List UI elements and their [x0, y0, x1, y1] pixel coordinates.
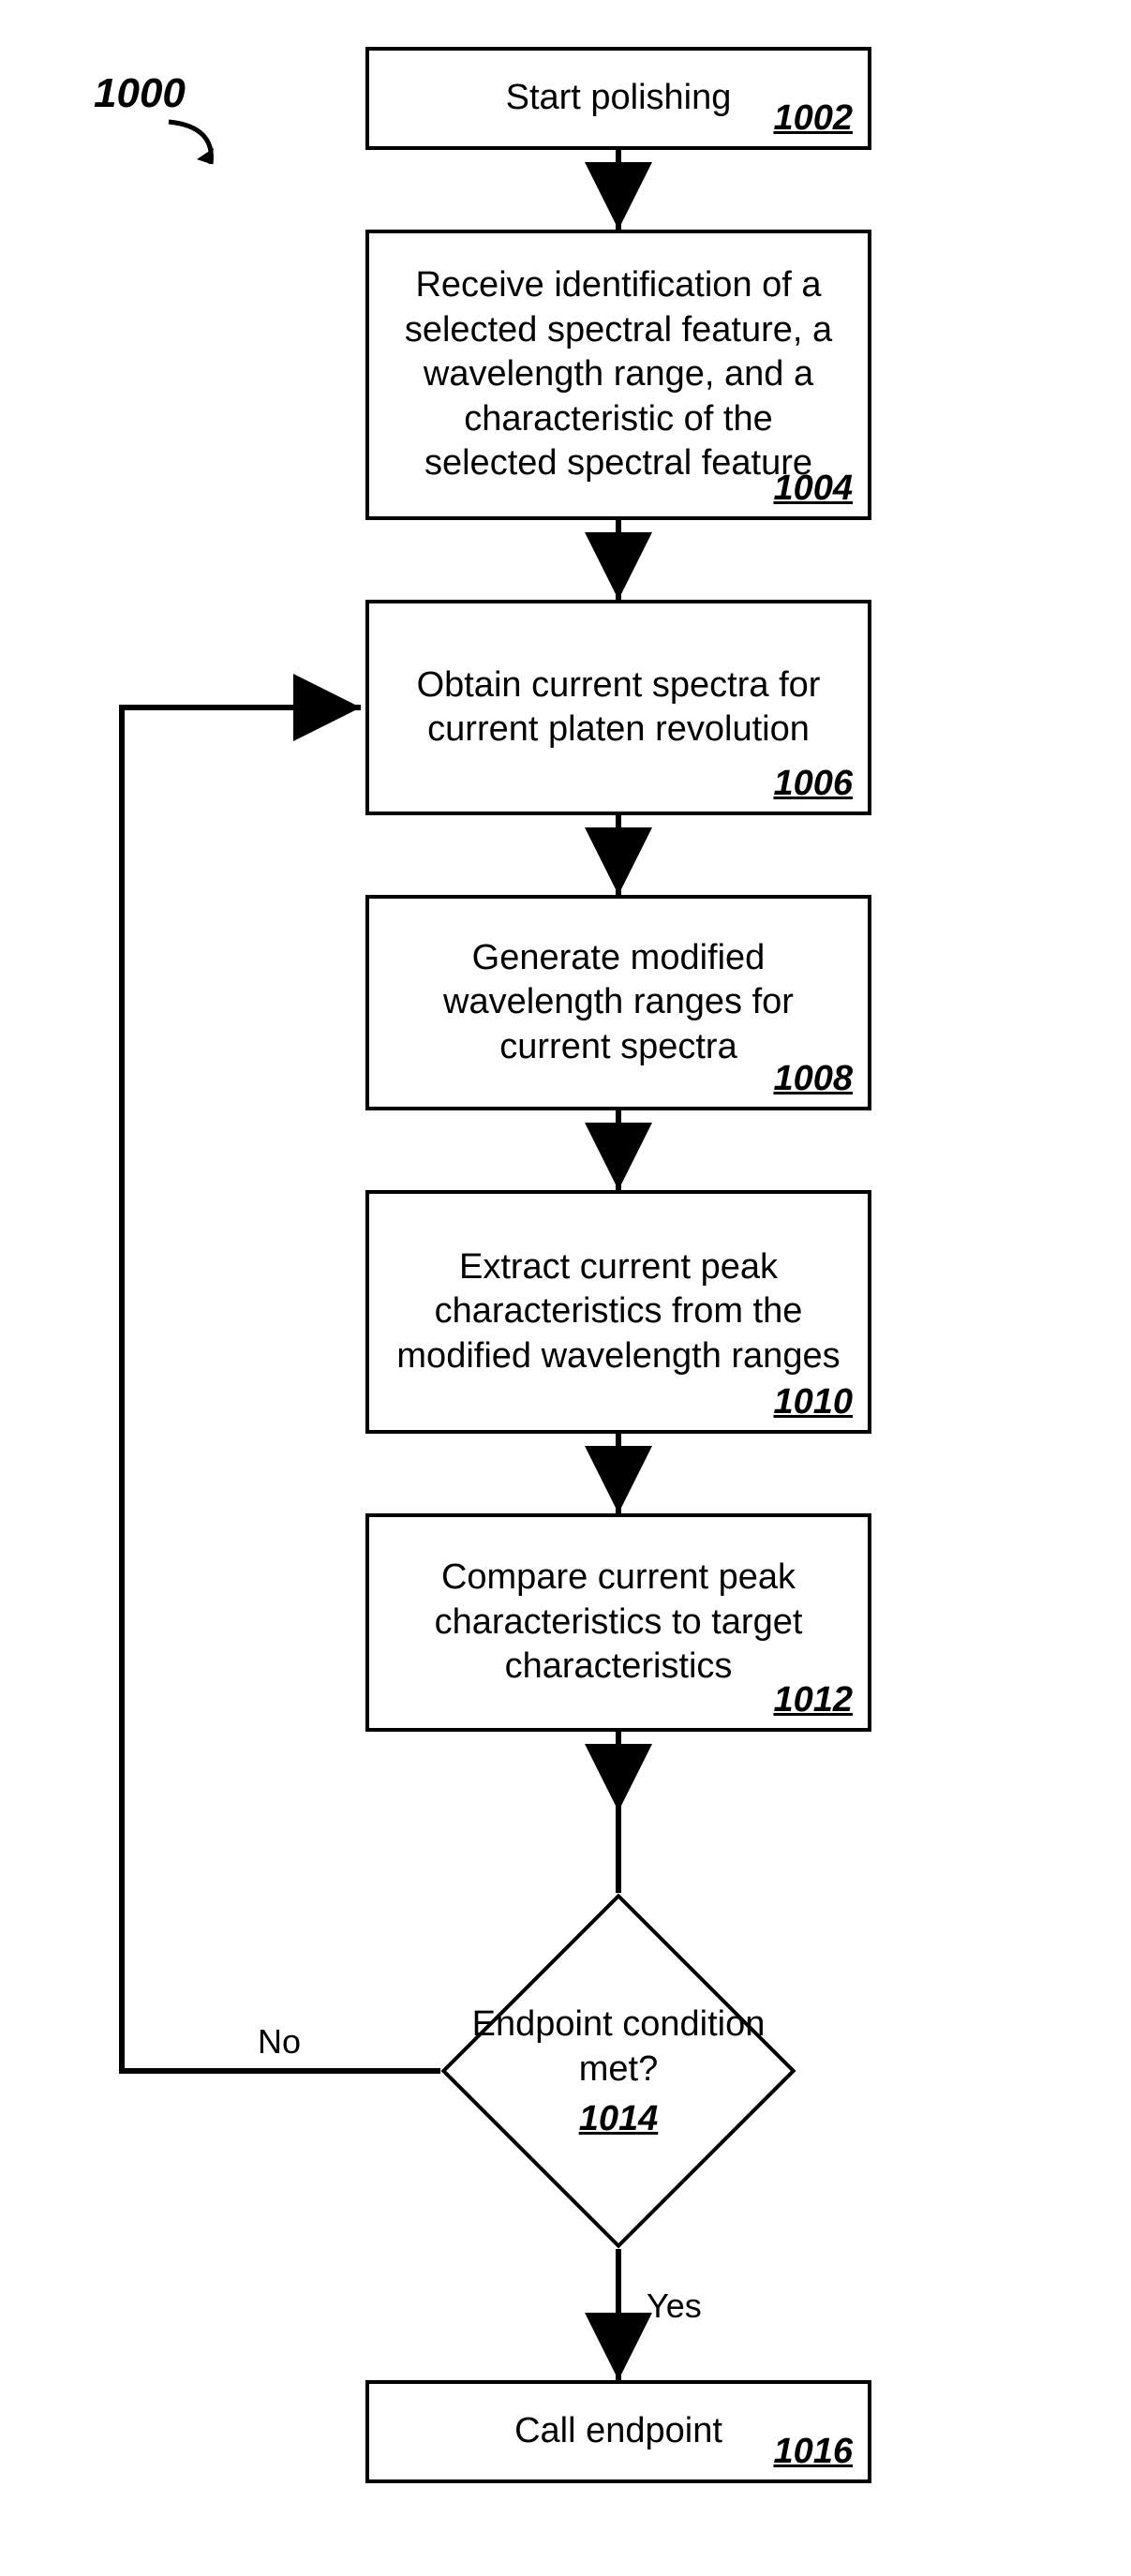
step-compare-characteristics: Compare current peak characteristics to … [365, 1513, 871, 1732]
decision-text: Endpoint condition met? [440, 2003, 796, 2092]
edge-label-no: No [258, 2022, 301, 2062]
step-number: 1010 [773, 1382, 853, 1422]
figure-reference-arrow-icon [159, 112, 234, 187]
step-text: Extract current peak characteristics fro… [369, 1245, 868, 1379]
step-number: 1006 [773, 764, 853, 804]
figure-reference-label: 1000 [94, 70, 186, 117]
step-receive-identification: Receive identification of a selected spe… [365, 230, 871, 520]
step-text: Generate modified wavelength ranges for … [369, 936, 868, 1070]
step-number: 1002 [773, 98, 853, 139]
step-text: Obtain current spectra for current plate… [369, 663, 868, 752]
step-number: 1004 [773, 469, 853, 509]
step-number: 1012 [773, 1680, 853, 1720]
step-number: 1014 [579, 2099, 659, 2139]
step-number: 1016 [773, 2432, 853, 2472]
step-start-polishing: Start polishing 1002 [365, 47, 871, 150]
step-text: Compare current peak characteristics to … [369, 1556, 868, 1690]
step-extract-peak-characteristics: Extract current peak characteristics fro… [365, 1190, 871, 1434]
decision-endpoint-condition: Endpoint condition met? 1014 [440, 1893, 796, 2249]
step-obtain-current-spectra: Obtain current spectra for current plate… [365, 600, 871, 815]
step-call-endpoint: Call endpoint 1016 [365, 2380, 871, 2483]
edge-label-yes: Yes [647, 2286, 702, 2326]
step-number: 1008 [773, 1059, 853, 1099]
step-generate-modified-ranges: Generate modified wavelength ranges for … [365, 895, 871, 1110]
step-text: Receive identification of a selected spe… [369, 263, 868, 486]
flowchart-canvas: 1000 Start polishing 1002 Receive identi… [0, 0, 1131, 2576]
